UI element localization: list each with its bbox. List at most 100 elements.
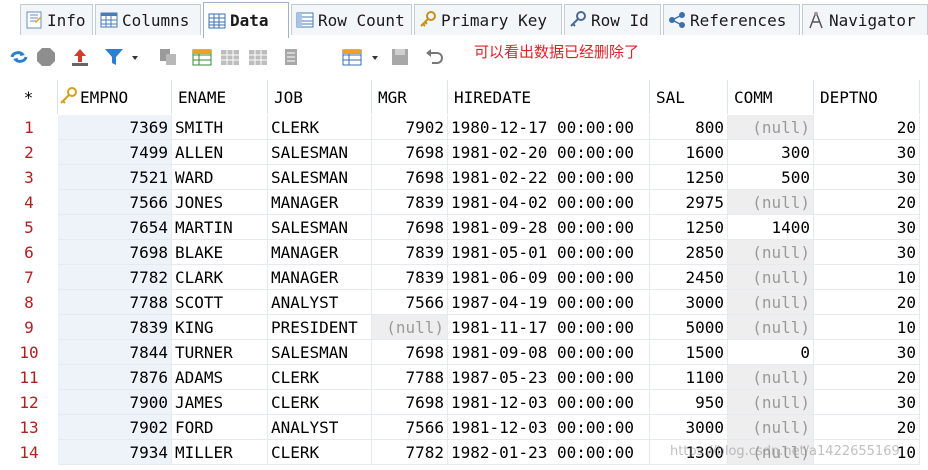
cell-mgr[interactable]: 7902 — [372, 115, 448, 140]
cell-mgr[interactable]: 7839 — [372, 190, 448, 215]
cell-deptno[interactable]: 30 — [814, 215, 920, 240]
cell-hiredate[interactable]: 1987-05-23 00:00:00 — [448, 365, 650, 390]
tab-columns[interactable]: Columns — [95, 4, 201, 35]
cell-ename[interactable]: ALLEN — [172, 140, 268, 165]
cell-deptno[interactable]: 30 — [814, 165, 920, 190]
cell-deptno[interactable]: 20 — [814, 365, 920, 390]
cell-sal[interactable]: 1600 — [650, 140, 728, 165]
cell-ename[interactable]: MARTIN — [172, 215, 268, 240]
cell-comm[interactable]: (null) — [728, 240, 814, 265]
row-number[interactable]: 8 — [0, 290, 58, 315]
row-number[interactable]: 3 — [0, 165, 58, 190]
cell-mgr[interactable]: 7566 — [372, 290, 448, 315]
tab-row-id[interactable]: Row Id — [564, 4, 661, 35]
cell-empno[interactable]: 7900 — [58, 390, 172, 415]
filter-icon[interactable] — [104, 47, 124, 67]
cell-ename[interactable]: JONES — [172, 190, 268, 215]
table-gray-icon[interactable] — [248, 47, 268, 67]
cell-comm[interactable]: 0 — [728, 340, 814, 365]
cell-empno[interactable]: 7499 — [58, 140, 172, 165]
cell-deptno[interactable]: 30 — [814, 140, 920, 165]
tab-row-count[interactable]: Row Count — [291, 4, 412, 35]
export-icon[interactable] — [70, 47, 90, 67]
cell-ename[interactable]: SMITH — [172, 115, 268, 140]
cell-empno[interactable]: 7369 — [58, 115, 172, 140]
add-row-icon[interactable] — [192, 47, 212, 67]
cell-empno[interactable]: 7521 — [58, 165, 172, 190]
cell-mgr[interactable]: 7698 — [372, 140, 448, 165]
cell-comm[interactable]: (null) — [728, 265, 814, 290]
cell-ename[interactable]: WARD — [172, 165, 268, 190]
cell-comm[interactable]: 1400 — [728, 215, 814, 240]
row-number[interactable]: 4 — [0, 190, 58, 215]
row-header-corner[interactable]: * — [0, 80, 58, 114]
table-row[interactable]: 11 7876 ADAMS CLERK 7788 1987-05-23 00:00:00 1… — [0, 365, 928, 390]
cell-deptno[interactable]: 20 — [814, 115, 920, 140]
cell-job[interactable]: SALESMAN — [268, 340, 372, 365]
cell-mgr[interactable]: (null) — [372, 315, 448, 340]
table-row[interactable]: 8 7788 SCOTT ANALYST 7566 1987-04-19 00:00:00… — [0, 290, 928, 315]
cell-job[interactable]: MANAGER — [268, 265, 372, 290]
cell-ename[interactable]: MILLER — [172, 440, 268, 465]
row-number[interactable]: 10 — [0, 340, 58, 365]
cell-hiredate[interactable]: 1981-04-02 00:00:00 — [448, 190, 650, 215]
table-row[interactable]: 3 7521 WARD SALESMAN 7698 1981-02-22 00:00:00… — [0, 165, 928, 190]
cell-empno[interactable]: 7844 — [58, 340, 172, 365]
tab-info[interactable]: Info — [20, 4, 93, 35]
tab-data[interactable]: Data — [203, 2, 289, 38]
table-row[interactable]: 10 7844 TURNER SALESMAN 7698 1981-09-08 00:00… — [0, 340, 928, 365]
cell-mgr[interactable]: 7839 — [372, 240, 448, 265]
row-number[interactable]: 13 — [0, 415, 58, 440]
cell-ename[interactable]: SCOTT — [172, 290, 268, 315]
tab-primary-key[interactable]: Primary Key — [414, 4, 562, 35]
cell-comm[interactable]: (null) — [728, 190, 814, 215]
cell-mgr[interactable]: 7782 — [372, 440, 448, 465]
cell-job[interactable]: ANALYST — [268, 415, 372, 440]
cell-deptno[interactable]: 30 — [814, 240, 920, 265]
cell-ename[interactable]: CLARK — [172, 265, 268, 290]
cell-deptno[interactable]: 10 — [814, 265, 920, 290]
cell-ename[interactable]: TURNER — [172, 340, 268, 365]
table-row[interactable]: 4 7566 JONES MANAGER 7839 1981-04-02 00:00:00… — [0, 190, 928, 215]
grid-dropdown-icon[interactable] — [370, 47, 380, 67]
column-header-hiredate[interactable]: HIREDATE — [448, 80, 650, 114]
cell-job[interactable]: SALESMAN — [268, 165, 372, 190]
row-number[interactable]: 5 — [0, 215, 58, 240]
cell-sal[interactable]: 3000 — [650, 290, 728, 315]
table-row[interactable]: 5 7654 MARTIN SALESMAN 7698 1981-09-28 00:00:… — [0, 215, 928, 240]
cell-comm[interactable]: (null) — [728, 115, 814, 140]
cell-sal[interactable]: 1250 — [650, 215, 728, 240]
cell-comm[interactable]: (null) — [728, 365, 814, 390]
save-icon[interactable] — [390, 47, 410, 67]
cell-mgr[interactable]: 7698 — [372, 390, 448, 415]
table-row[interactable]: 1 7369 SMITH CLERK 7902 1980-12-17 00:00:00 80… — [0, 115, 928, 140]
column-header-mgr[interactable]: MGR — [372, 80, 448, 114]
cell-comm[interactable]: (null) — [728, 315, 814, 340]
tab-references[interactable]: References — [663, 4, 800, 35]
cell-deptno[interactable]: 20 — [814, 415, 920, 440]
column-header-ename[interactable]: ENAME — [172, 80, 268, 114]
cell-ename[interactable]: JAMES — [172, 390, 268, 415]
column-header-deptno[interactable]: DEPTNO — [814, 80, 920, 114]
table-row[interactable]: 7 7782 CLARK MANAGER 7839 1981-06-09 00:00:00… — [0, 265, 928, 290]
cell-deptno[interactable]: 30 — [814, 340, 920, 365]
cell-comm[interactable]: (null) — [728, 290, 814, 315]
delete-row-icon[interactable] — [282, 47, 302, 67]
cell-sal[interactable]: 2450 — [650, 265, 728, 290]
filter-dropdown-icon[interactable] — [130, 47, 140, 67]
cell-deptno[interactable]: 20 — [814, 290, 920, 315]
cell-hiredate[interactable]: 1981-05-01 00:00:00 — [448, 240, 650, 265]
cell-hiredate[interactable]: 1981-12-03 00:00:00 — [448, 415, 650, 440]
cell-hiredate[interactable]: 1980-12-17 00:00:00 — [448, 115, 650, 140]
cell-ename[interactable]: BLAKE — [172, 240, 268, 265]
table-row[interactable]: 2 7499 ALLEN SALESMAN 7698 1981-02-20 00:00:0… — [0, 140, 928, 165]
cell-job[interactable]: CLERK — [268, 390, 372, 415]
row-number[interactable]: 14 — [0, 440, 58, 465]
cell-job[interactable]: CLERK — [268, 115, 372, 140]
refresh-icon[interactable] — [8, 47, 28, 67]
cell-empno[interactable]: 7788 — [58, 290, 172, 315]
table-icon[interactable] — [220, 47, 240, 67]
cell-hiredate[interactable]: 1981-09-08 00:00:00 — [448, 340, 650, 365]
cell-sal[interactable]: 2850 — [650, 240, 728, 265]
row-number[interactable]: 12 — [0, 390, 58, 415]
